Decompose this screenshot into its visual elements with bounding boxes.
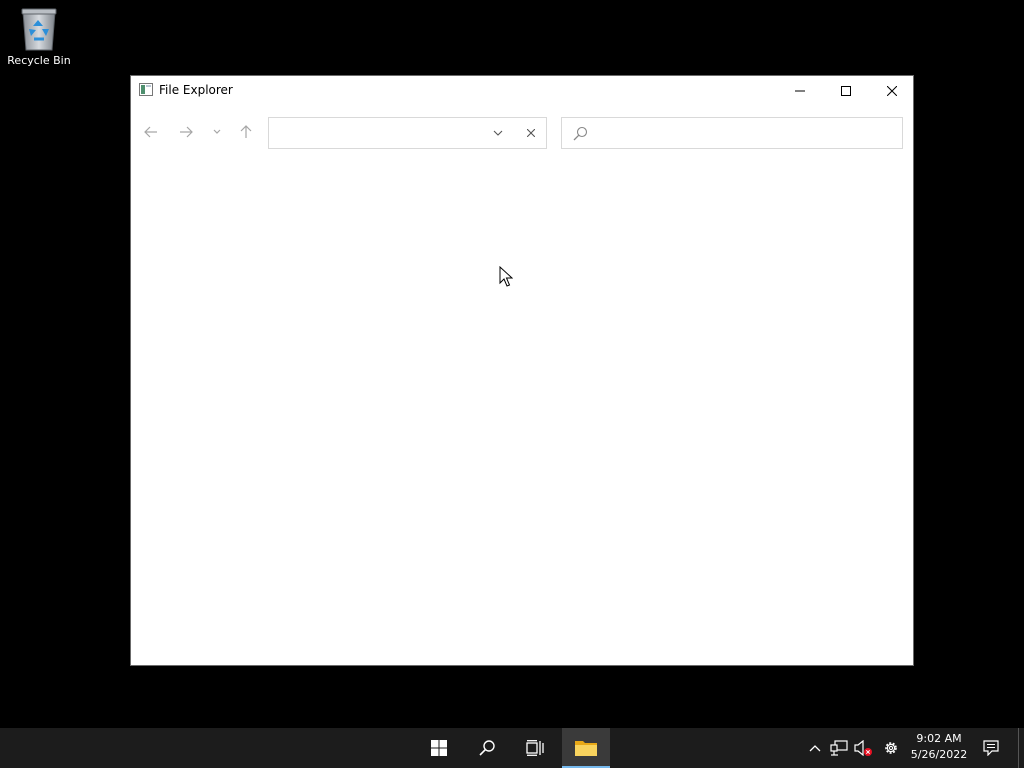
search-icon [479, 740, 495, 756]
settings-icon [885, 742, 897, 754]
action-center-icon [983, 740, 999, 756]
taskbar-clock[interactable]: 9:02 AM 5/26/2022 [906, 731, 972, 765]
maximize-button[interactable] [823, 76, 869, 105]
maximize-icon [841, 85, 851, 96]
desktop-icon-label: Recycle Bin [7, 54, 71, 67]
mouse-cursor-icon [499, 266, 513, 287]
recent-locations-button[interactable] [205, 114, 229, 150]
chevron-down-icon [493, 130, 503, 136]
minimize-icon [795, 90, 805, 91]
arrow-up-icon [240, 125, 252, 138]
close-icon [527, 129, 535, 137]
network-icon [830, 740, 848, 756]
title-bar[interactable]: File Explorer [131, 76, 913, 105]
search-box[interactable] [561, 117, 903, 149]
search-icon [573, 126, 588, 141]
start-button[interactable] [415, 728, 463, 768]
start-icon [431, 740, 447, 756]
file-explorer-window: File Explorer [130, 75, 914, 666]
chevron-down-icon [213, 129, 221, 134]
network-button[interactable] [827, 728, 851, 768]
show-desktop-button[interactable] [1018, 728, 1024, 768]
desktop-icon-recycle-bin[interactable]: Recycle Bin [4, 6, 74, 76]
desktop: Recycle Bin File Explorer [0, 0, 1024, 728]
close-icon [887, 85, 897, 96]
search-input[interactable] [594, 122, 898, 146]
address-input[interactable] [275, 122, 479, 146]
up-button[interactable] [234, 114, 258, 150]
clock-time: 9:02 AM [916, 732, 962, 745]
back-button[interactable] [139, 114, 163, 150]
taskbar-search-button[interactable] [463, 728, 511, 768]
forward-button[interactable] [174, 114, 198, 150]
address-dropdown-button[interactable] [487, 118, 509, 148]
address-clear-button[interactable] [520, 118, 542, 148]
volume-button[interactable] [851, 728, 875, 768]
close-button[interactable] [869, 76, 915, 105]
taskbar: 9:02 AM 5/26/2022 [0, 728, 1024, 768]
chevron-up-icon [809, 745, 821, 752]
file-list-area[interactable] [131, 156, 913, 665]
clock-date: 5/26/2022 [910, 748, 968, 761]
settings-button[interactable] [879, 728, 903, 768]
minimize-button[interactable] [777, 76, 823, 105]
action-center-button[interactable] [979, 728, 1003, 768]
file-explorer-icon [575, 741, 597, 756]
taskbar-file-explorer-button[interactable] [562, 728, 610, 768]
show-hidden-icons-button[interactable] [803, 728, 827, 768]
navigation-bar [131, 114, 913, 150]
task-view-button[interactable] [511, 728, 559, 768]
task-view-icon [526, 740, 544, 756]
arrow-right-icon [180, 126, 193, 138]
window-title: File Explorer [159, 83, 233, 97]
arrow-left-icon [144, 126, 157, 138]
address-bar[interactable] [268, 117, 547, 149]
recycle-bin-icon [21, 8, 57, 51]
volume-muted-icon [854, 740, 872, 756]
file-explorer-app-icon [139, 83, 153, 96]
